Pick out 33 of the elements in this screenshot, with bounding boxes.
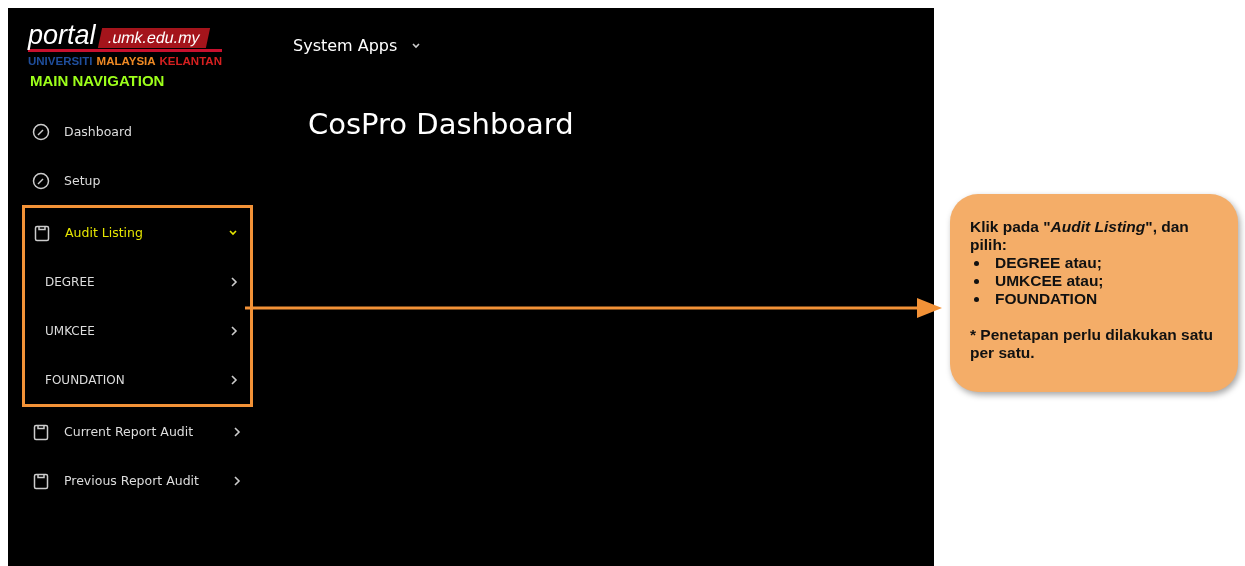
gauge-icon [32,122,50,141]
logo-tagline: UNIVERSITI [28,55,93,67]
system-apps-menu[interactable]: System Apps [293,36,422,55]
nav-item[interactable]: Audit Listing [25,208,250,257]
logo-domain: .umk.edu.my [97,28,210,48]
nav-item[interactable]: Previous Report Audit [8,456,253,505]
logo-tagline: KELANTAN [159,55,222,67]
chevron-right-icon [230,373,238,386]
nav-heading: MAIN NAVIGATION [29,71,166,89]
bullet-icon [974,278,979,284]
bullet-icon [974,296,979,302]
nav-item[interactable]: Current Report Audit [8,407,253,456]
callout-bullet: DEGREE atau; [995,254,1102,272]
callout-bullet: UMKCEE atau; [995,272,1104,290]
nav-item[interactable]: Setup [8,156,253,205]
chevron-right-icon [230,324,238,337]
page-title: CosPro Dashboard [308,107,575,141]
chevron-down-icon [411,41,422,50]
chevron-right-icon [230,275,238,288]
bullet-icon [974,260,979,266]
logo-tagline: MALAYSIA [96,55,156,67]
nav-subitem[interactable]: FOUNDATION [25,355,250,404]
nav-subitem[interactable]: DEGREE [25,257,250,306]
clipboard-icon [32,422,50,441]
callout-bullet: FOUNDATION [995,290,1098,308]
logo-word: portal [28,22,96,48]
callout-note: * Penetapan perlu dilakukan satu per satu. [970,326,1214,362]
nav-subitem[interactable]: UMKCEE [25,306,250,355]
callout-text: Klik pada "Audit Listing", dan pilih: [970,218,1190,254]
clipboard-icon [33,223,51,242]
clipboard-icon [32,471,50,490]
gauge-icon [32,171,50,190]
nav-item[interactable]: Dashboard [8,107,253,156]
